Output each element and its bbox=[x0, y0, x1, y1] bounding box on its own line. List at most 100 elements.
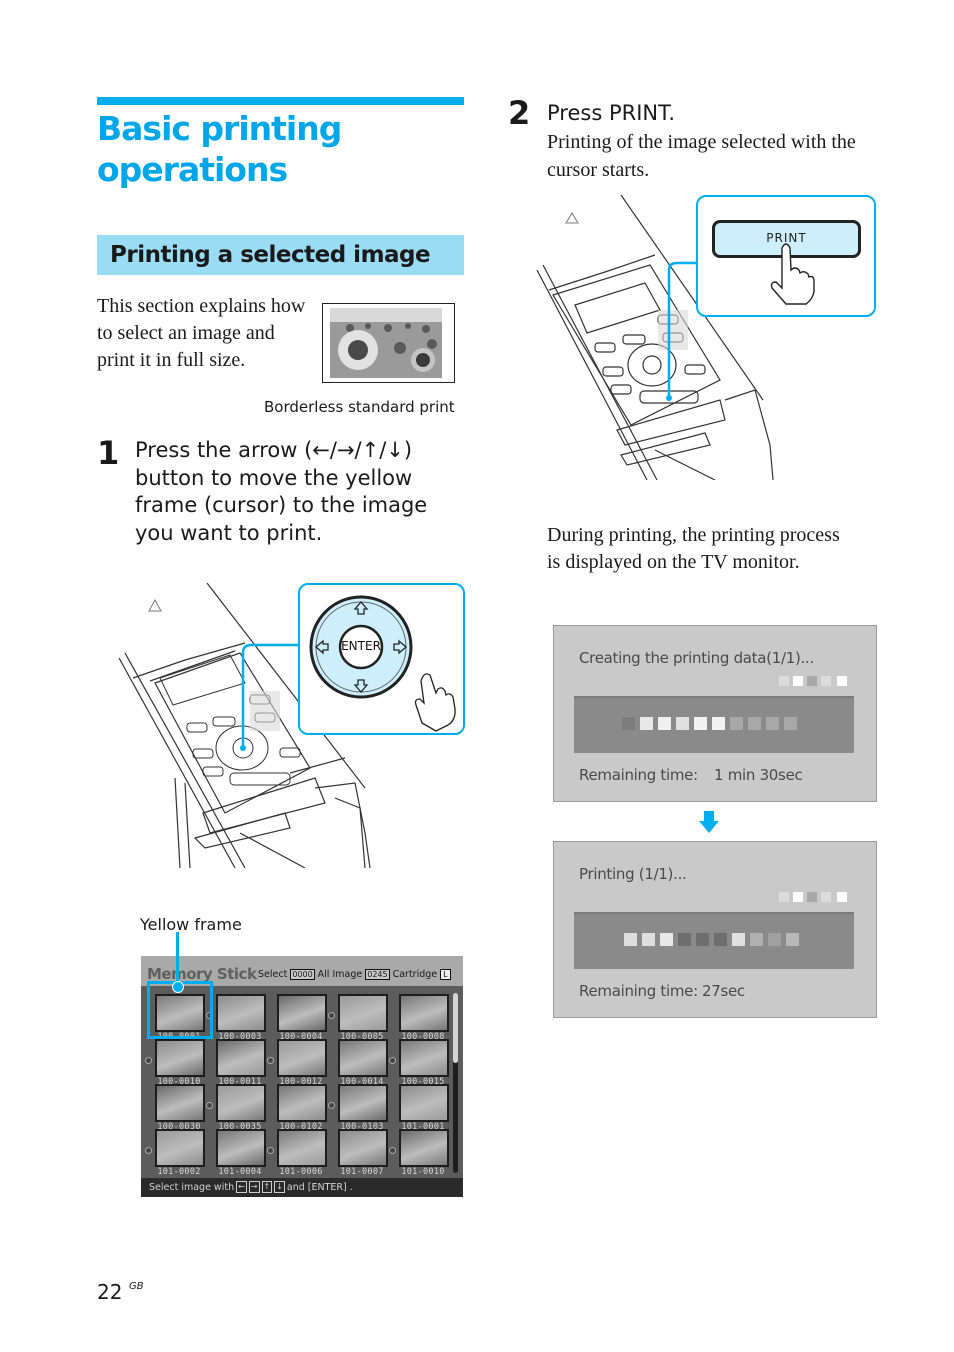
remaining-time-value-1: 1 min 30sec bbox=[714, 766, 803, 784]
yellow-frame-leader-line bbox=[176, 932, 179, 985]
cartridge-size-icon: L bbox=[440, 969, 451, 980]
arrow-down-icon bbox=[699, 811, 719, 833]
during-printing-text: During printing, the printing process is… bbox=[547, 524, 840, 573]
progress-animation-bar-2 bbox=[574, 912, 854, 969]
progress-block bbox=[658, 717, 671, 730]
progress-block bbox=[712, 717, 725, 730]
thumbnail-tile[interactable] bbox=[277, 1039, 327, 1077]
remaining-time-label-1: Remaining time: bbox=[579, 766, 698, 784]
print-button-callout: PRINT bbox=[696, 195, 876, 317]
thumbnail-tile[interactable] bbox=[399, 994, 449, 1032]
protect-marker-icon bbox=[145, 1057, 152, 1064]
thumbnail-label: 101-0007 bbox=[340, 1167, 384, 1177]
thumbnail-tile[interactable] bbox=[155, 1084, 205, 1122]
progress-block bbox=[714, 933, 727, 946]
footer-prefix: Select image with bbox=[149, 1181, 235, 1193]
thumbnail-caption: Borderless standard print bbox=[264, 398, 455, 416]
progress-block bbox=[784, 717, 797, 730]
step-2-heading: Press PRINT. bbox=[547, 101, 676, 125]
thumbnail-tile[interactable] bbox=[277, 994, 327, 1032]
thumbnail-label: 101-0004 bbox=[218, 1167, 262, 1177]
progress-block bbox=[676, 717, 689, 730]
progress-block bbox=[786, 933, 799, 946]
footer-key-up-icon: ↑ bbox=[261, 1181, 273, 1193]
thumbnail-tile[interactable] bbox=[399, 1129, 449, 1167]
protect-marker-icon bbox=[328, 1102, 335, 1109]
page-region-suffix: GB bbox=[129, 1281, 144, 1292]
yellow-frame-label: Yellow frame bbox=[140, 915, 242, 934]
progress-animation-bar-1 bbox=[574, 696, 854, 753]
progress-block bbox=[732, 933, 745, 946]
protect-marker-icon bbox=[206, 1102, 213, 1109]
thumbnail-tile[interactable] bbox=[338, 1129, 388, 1167]
page-title: Basic printing operations bbox=[97, 109, 342, 189]
thumbnail-tile[interactable] bbox=[399, 1084, 449, 1122]
thumbnail-label: 101-0006 bbox=[279, 1167, 323, 1177]
select-label: Select bbox=[258, 969, 288, 980]
progress-block bbox=[768, 933, 781, 946]
step-2-body: Printing of the image selected with the … bbox=[547, 131, 856, 181]
scrollbar-thumb[interactable] bbox=[453, 993, 458, 1063]
progress-block bbox=[730, 717, 743, 730]
progress-block bbox=[694, 717, 707, 730]
progress-block bbox=[678, 933, 691, 946]
section-title: Printing a selected image bbox=[110, 242, 431, 268]
protect-marker-icon bbox=[145, 1147, 152, 1154]
protect-marker-icon bbox=[267, 1057, 274, 1064]
progress-block bbox=[660, 933, 673, 946]
thumbnail-tile[interactable] bbox=[216, 1039, 266, 1077]
leader-dot bbox=[172, 981, 184, 993]
footer-key-right-icon: → bbox=[248, 1181, 260, 1193]
cartridge-label: Cartridge bbox=[392, 969, 438, 980]
footer-key-down-icon: ↓ bbox=[274, 1181, 285, 1193]
progress-block bbox=[640, 717, 653, 730]
thumbnail-label: 101-0002 bbox=[157, 1167, 201, 1177]
memory-stick-footer-text: Select image with ← → ↑ ↓ and [ENTER] . bbox=[149, 1181, 353, 1193]
protect-marker-icon bbox=[267, 1147, 274, 1154]
status-blocks-indicator bbox=[779, 892, 849, 904]
progress-block bbox=[750, 933, 763, 946]
thumbnail-label: 101-0010 bbox=[401, 1167, 445, 1177]
thumbnail-tile[interactable] bbox=[155, 1039, 205, 1077]
protect-marker-icon bbox=[328, 1012, 335, 1019]
thumbnail-tile[interactable] bbox=[277, 1129, 327, 1167]
thumbnail-tile[interactable] bbox=[155, 1129, 205, 1167]
progress-block bbox=[622, 717, 635, 730]
thumbnail-tile[interactable] bbox=[338, 994, 388, 1032]
step-2-number: 2 bbox=[508, 94, 531, 132]
tv-screen-printing: Printing (1/1)... Remaining time: 27sec bbox=[553, 841, 877, 1018]
memory-stick-counters: Select 0000 All Image 0245 Cartridge L bbox=[258, 969, 451, 980]
protect-marker-icon bbox=[389, 1057, 396, 1064]
thumbnail-tile[interactable] bbox=[216, 1084, 266, 1122]
hand-pointer-icon bbox=[770, 243, 815, 305]
creating-status: Creating the printing data(1/1)... bbox=[579, 649, 814, 667]
thumbnail-tile[interactable] bbox=[216, 1129, 266, 1167]
select-count: 0000 bbox=[290, 969, 315, 980]
printing-status: Printing (1/1)... bbox=[579, 865, 687, 883]
sunflower-sample-image bbox=[330, 308, 442, 378]
progress-block bbox=[748, 717, 761, 730]
thumbnail-tile[interactable] bbox=[338, 1084, 388, 1122]
thumbnail-tile[interactable] bbox=[216, 994, 266, 1032]
remaining-time-value-2: 27sec bbox=[702, 982, 745, 1000]
progress-block bbox=[642, 933, 655, 946]
page-number: 22 bbox=[97, 1280, 123, 1304]
all-image-count: 0245 bbox=[365, 969, 390, 980]
thumbnail-tile[interactable] bbox=[399, 1039, 449, 1077]
step-1-number: 1 bbox=[97, 434, 120, 472]
tv-screen-creating-data: Creating the printing data(1/1)... Remai… bbox=[553, 625, 877, 802]
hand-pointer-icon bbox=[414, 673, 456, 732]
thumbnail-scrollbar[interactable] bbox=[453, 993, 458, 1173]
progress-block bbox=[696, 933, 709, 946]
progress-block bbox=[766, 717, 779, 730]
intro-text: This section explains how to select an i… bbox=[97, 295, 306, 371]
remaining-time-label-2: Remaining time: bbox=[579, 982, 698, 1000]
title-rule bbox=[97, 97, 464, 105]
thumbnail-tile[interactable] bbox=[338, 1039, 388, 1077]
status-blocks-indicator bbox=[779, 676, 849, 688]
thumbnail-tile[interactable] bbox=[277, 1084, 327, 1122]
footer-key-left-icon: ← bbox=[236, 1181, 247, 1193]
dpad-callout: ENTER bbox=[298, 583, 465, 735]
enter-button-label: ENTER bbox=[341, 639, 381, 653]
footer-suffix: and [ENTER] . bbox=[286, 1181, 353, 1193]
